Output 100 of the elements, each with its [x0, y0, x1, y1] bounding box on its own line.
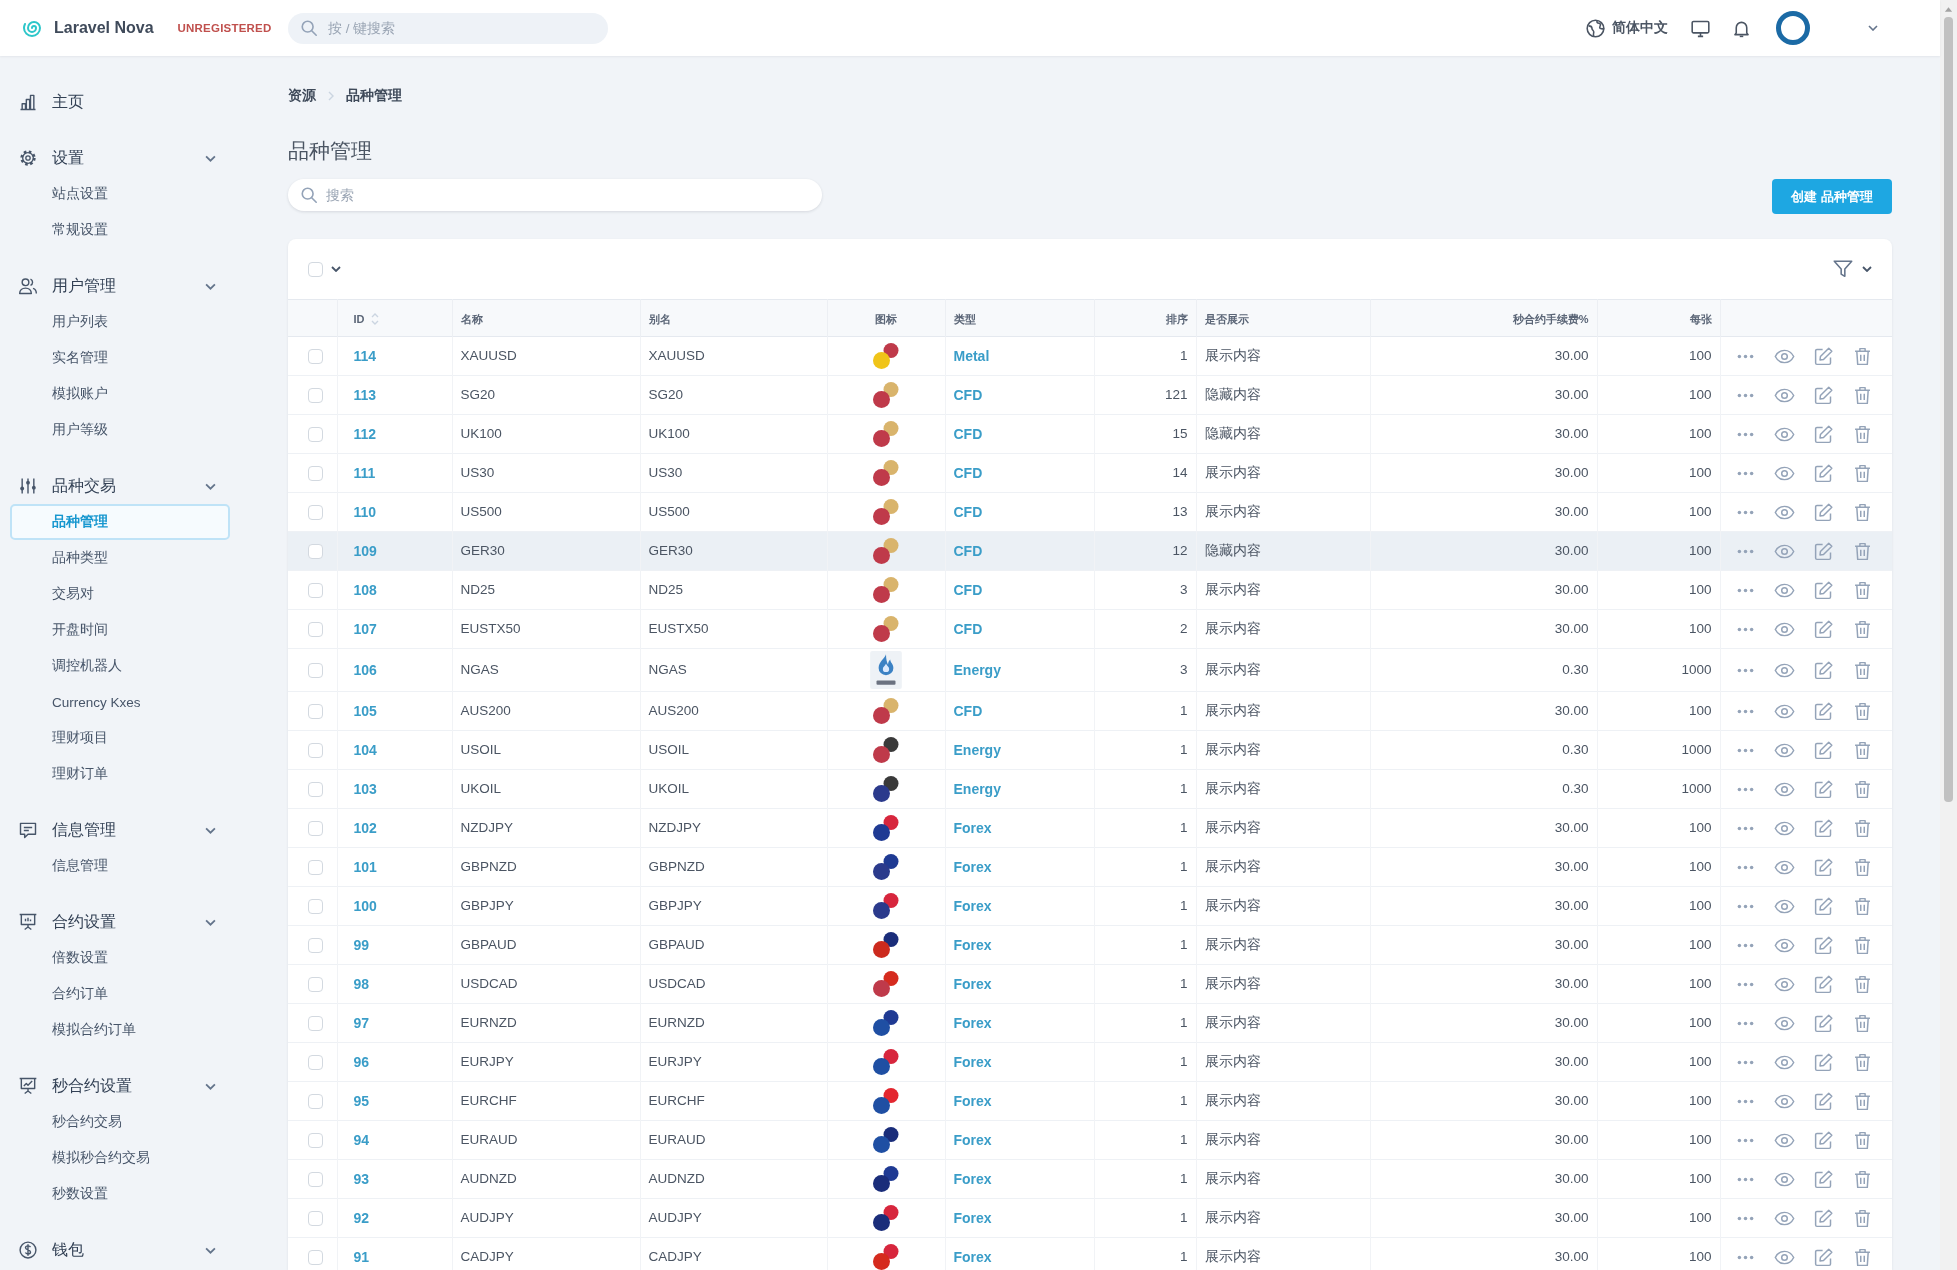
sidebar-link[interactable]: 信息管理: [18, 819, 116, 841]
row-checkbox[interactable]: [308, 1132, 323, 1148]
sidebar-item[interactable]: 秒数设置: [10, 1176, 230, 1212]
row-checkbox[interactable]: [308, 937, 323, 953]
sidebar-item[interactable]: 理财项目: [10, 720, 230, 756]
table-row[interactable]: 102 NZDJPY NZDJPY Forex 1 展示内容 30.00 100: [288, 808, 1892, 848]
sidebar-link[interactable]: 合约设置: [18, 911, 116, 933]
sidebar-item[interactable]: 模拟账户: [10, 376, 230, 412]
table-row[interactable]: 108 ND25 ND25 CFD 3 展示内容 30.00 100: [288, 570, 1892, 610]
breadcrumb-link[interactable]: 资源: [288, 87, 316, 105]
sidebar-link[interactable]: 用户管理: [18, 275, 116, 297]
table-row[interactable]: 92 AUDJPY AUDJPY Forex 1 展示内容 30.00 100: [288, 1198, 1892, 1238]
edit-icon[interactable]: [1812, 384, 1834, 406]
sidebar-link[interactable]: 主页: [18, 91, 84, 113]
row-checkbox[interactable]: [308, 348, 323, 364]
row-checkbox[interactable]: [308, 621, 323, 637]
user-avatar[interactable]: [1776, 11, 1810, 45]
sidebar-item[interactable]: 用户列表: [10, 304, 230, 340]
sidebar-item[interactable]: 用户等级: [10, 412, 230, 448]
edit-icon[interactable]: [1812, 462, 1834, 484]
sidebar-item[interactable]: 品种类型: [10, 540, 230, 576]
table-row[interactable]: 111 US30 US30 CFD 14 展示内容 30.00 100: [288, 453, 1892, 493]
triangle-up-icon[interactable]: [1944, 6, 1953, 12]
sidebar-item[interactable]: 合约订单: [10, 976, 230, 1012]
language-button[interactable]: 简体中文: [1585, 17, 1668, 39]
sidebar-item[interactable]: 常规设置: [10, 212, 230, 248]
sidebar-item[interactable]: 实名管理: [10, 340, 230, 376]
scrollbar-thumb[interactable]: [1944, 17, 1953, 802]
edit-icon[interactable]: [1812, 778, 1834, 800]
table-row[interactable]: 91 CADJPY CADJPY Forex 1 展示内容 30.00 100: [288, 1237, 1892, 1270]
row-checkbox[interactable]: [308, 426, 323, 442]
sidebar-item[interactable]: Currency Kxes: [10, 684, 230, 720]
edit-icon[interactable]: [1812, 1090, 1834, 1112]
edit-icon[interactable]: [1812, 973, 1834, 995]
row-checkbox[interactable]: [308, 504, 323, 520]
scrollbar[interactable]: [1940, 0, 1957, 1270]
search-field[interactable]: 搜索: [288, 179, 822, 211]
sidebar-item[interactable]: 信息管理: [10, 848, 230, 884]
breadcrumb-link[interactable]: 品种管理: [346, 87, 402, 105]
row-checkbox[interactable]: [308, 976, 323, 992]
select-all-checkbox[interactable]: [308, 261, 323, 277]
table-row[interactable]: 105 AUS200 AUS200 CFD 1 展示内容 30.00 100: [288, 691, 1892, 731]
row-checkbox[interactable]: [308, 1015, 323, 1031]
row-checkbox[interactable]: [308, 859, 323, 875]
table-row[interactable]: 93 AUDNZD AUDNZD Forex 1 展示内容 30.00 100: [288, 1159, 1892, 1199]
table-row[interactable]: 114 XAUUSD XAUUSD Metal 1 展示内容 30.00 100: [288, 336, 1892, 376]
table-row[interactable]: 110 US500 US500 CFD 13 展示内容 30.00 100: [288, 492, 1892, 532]
chevron-down-icon[interactable]: [331, 266, 341, 272]
row-checkbox[interactable]: [308, 1171, 323, 1187]
edit-icon[interactable]: [1812, 739, 1834, 761]
row-checkbox[interactable]: [308, 1249, 323, 1265]
sidebar-link[interactable]: 钱包: [18, 1239, 84, 1261]
sort-icon[interactable]: [370, 311, 379, 326]
search-field[interactable]: 按 / 键搜索: [288, 12, 608, 44]
row-checkbox[interactable]: [308, 662, 323, 678]
edit-icon[interactable]: [1812, 700, 1834, 722]
table-row[interactable]: 99 GBPAUD GBPAUD Forex 1 展示内容 30.00 100: [288, 925, 1892, 965]
sidebar-item[interactable]: 理财订单: [10, 756, 230, 792]
edit-icon[interactable]: [1812, 540, 1834, 562]
edit-icon[interactable]: [1812, 1051, 1834, 1073]
chevron-down-icon[interactable]: [1862, 266, 1872, 272]
table-row[interactable]: 104 USOIL USOIL Energy 1 展示内容 0.30 1000: [288, 730, 1892, 770]
column-header[interactable]: ID: [353, 311, 379, 326]
edit-icon[interactable]: [1812, 856, 1834, 878]
table-row[interactable]: 106 NGAS NGAS Energy 3 展示内容 0.30 1000: [288, 648, 1892, 692]
sidebar-item[interactable]: 开盘时间: [10, 612, 230, 648]
sidebar-link[interactable]: 秒合约设置: [18, 1075, 132, 1097]
table-row[interactable]: 103 UKOIL UKOIL Energy 1 展示内容 0.30 1000: [288, 769, 1892, 809]
edit-icon[interactable]: [1812, 1129, 1834, 1151]
edit-icon[interactable]: [1812, 579, 1834, 601]
sidebar-link[interactable]: 设置: [18, 147, 84, 169]
edit-icon[interactable]: [1812, 934, 1834, 956]
row-checkbox[interactable]: [308, 465, 323, 481]
row-checkbox[interactable]: [308, 1093, 323, 1109]
filter-icon[interactable]: [1832, 258, 1854, 280]
edit-icon[interactable]: [1812, 817, 1834, 839]
row-checkbox[interactable]: [308, 1210, 323, 1226]
sidebar-item[interactable]: 倍数设置: [10, 940, 230, 976]
table-row[interactable]: 107 EUSTX50 EUSTX50 CFD 2 展示内容 30.00 100: [288, 609, 1892, 649]
sidebar-item[interactable]: 模拟秒合约交易: [10, 1140, 230, 1176]
sidebar-item[interactable]: 模拟合约订单: [10, 1012, 230, 1048]
row-checkbox[interactable]: [308, 703, 323, 719]
table-row[interactable]: 101 GBPNZD GBPNZD Forex 1 展示内容 30.00 100: [288, 847, 1892, 887]
sidebar-item[interactable]: 调控机器人: [10, 648, 230, 684]
table-row[interactable]: 96 EURJPY EURJPY Forex 1 展示内容 30.00 100: [288, 1042, 1892, 1082]
row-checkbox[interactable]: [308, 582, 323, 598]
row-checkbox[interactable]: [308, 387, 323, 403]
edit-icon[interactable]: [1812, 1207, 1834, 1229]
table-row[interactable]: 113 SG20 SG20 CFD 121 隐藏内容 30.00 100: [288, 375, 1892, 415]
table-row[interactable]: 94 EURAUD EURAUD Forex 1 展示内容 30.00 100: [288, 1120, 1892, 1160]
table-row[interactable]: 112 UK100 UK100 CFD 15 隐藏内容 30.00 100: [288, 414, 1892, 454]
chevron-down-icon[interactable]: [1868, 25, 1878, 31]
edit-icon[interactable]: [1812, 1012, 1834, 1034]
table-row[interactable]: 97 EURNZD EURNZD Forex 1 展示内容 30.00 100: [288, 1003, 1892, 1043]
row-checkbox[interactable]: [308, 898, 323, 914]
edit-icon[interactable]: [1812, 423, 1834, 445]
edit-icon[interactable]: [1812, 895, 1834, 917]
edit-icon[interactable]: [1812, 1168, 1834, 1190]
edit-icon[interactable]: [1812, 618, 1834, 640]
row-checkbox[interactable]: [308, 742, 323, 758]
